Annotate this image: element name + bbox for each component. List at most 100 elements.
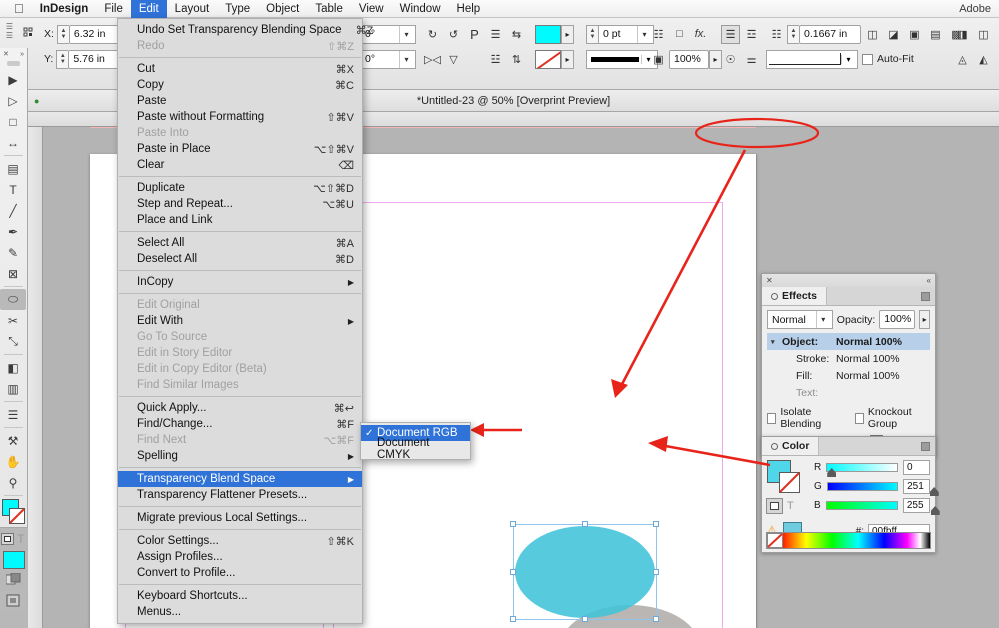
menu-window[interactable]: Window [392,0,449,18]
effects-row-text[interactable]: Text: [767,384,930,401]
knockout-group-checkbox[interactable] [855,413,864,424]
menu-item-transparency-flattener-presets[interactable]: Transparency Flattener Presets... [118,487,362,503]
menu-item-paste-in-place[interactable]: Paste in Place⌥⇧⌘V [118,141,362,157]
chevron-down-icon[interactable]: ▾ [399,26,413,43]
vertical-center-icon[interactable]: ☉ [721,50,740,69]
menu-item-find-change[interactable]: Find/Change...⌘F [118,416,362,432]
menu-item-migrate-previous-local-settings[interactable]: Migrate previous Local Settings... [118,510,362,526]
eyedropper-tool[interactable]: ⚒ [0,430,26,451]
rotate-cw-icon[interactable]: ↻ [423,25,442,44]
menu-item-spelling[interactable]: Spelling▶ [118,448,362,464]
effects-collapse-icon[interactable]: « [927,276,931,285]
content-collector-tool[interactable]: ▤ [0,158,26,179]
align-top-icon[interactable]: ☰ [486,25,505,44]
menu-item-assign-profiles[interactable]: Assign Profiles... [118,549,362,565]
menu-item-cut[interactable]: Cut⌘X [118,61,362,77]
handle-middle-right[interactable] [653,569,659,575]
fill-dropdown-arrow[interactable]: ▸ [561,25,574,44]
formatting-text-button[interactable]: T [787,500,794,512]
knockout-group-group[interactable]: Knockout Group [855,406,930,430]
zoom-tool[interactable]: ⚲ [0,472,26,493]
stroke-swatch[interactable] [535,50,561,69]
menu-item-convert-to-profile[interactable]: Convert to Profile... [118,565,362,581]
stroke-weight-stepper[interactable]: ▲▼ [586,25,598,44]
note-tool[interactable]: ☰ [0,404,26,425]
fill-frame-proportionally-icon[interactable]: ▤ [926,25,945,44]
color-slider-r[interactable]: R0 [814,460,930,475]
color-slider-b[interactable]: B255 [814,498,930,513]
toolbar-applied-color-swatch[interactable] [3,551,25,569]
menu-help[interactable]: Help [449,0,489,18]
menu-layout[interactable]: Layout [167,0,218,18]
reference-point-widget[interactable] [22,23,38,45]
handle-bottom-center[interactable] [582,616,588,622]
page-tool[interactable]: □ [0,111,26,132]
blend-mode-select[interactable]: Normal ▾ [767,310,833,329]
align-center-icon[interactable]: ☲ [742,25,761,44]
pencil-tool[interactable]: ✎ [0,242,26,263]
channel-track-g[interactable] [827,482,898,491]
menu-item-quick-apply[interactable]: Quick Apply...⌘↩ [118,400,362,416]
menu-item-paste-without-formatting[interactable]: Paste without Formatting⇧⌘V [118,109,362,125]
menu-edit[interactable]: Edit [131,0,167,18]
flip-vertical-icon[interactable]: ⇅ [507,50,526,69]
flip-v-icon[interactable]: ▽ [444,50,463,69]
align-top-edges-icon[interactable]: ◬ [953,50,972,69]
distribute-icon[interactable]: ◭ [974,50,993,69]
disclosure-caret-icon[interactable]: ▾ [771,338,782,346]
text-frame-p-icon[interactable]: P [465,25,484,44]
corner-radius-input[interactable]: 0.1667 in [799,25,861,44]
blend-mode-chevron-icon[interactable]: ▾ [816,311,830,328]
effects-row-object[interactable]: ▾Object:Normal 100% [767,333,930,350]
gradient-swatch-tool[interactable]: ◧ [0,357,26,378]
tab-color[interactable]: Color [762,437,819,455]
menu-item-deselect-all[interactable]: Deselect All⌘D [118,251,362,267]
rotate-ccw-icon[interactable]: ↺ [444,25,463,44]
fit-content-icon[interactable]: ☷ [649,25,668,44]
channel-knob-r[interactable] [827,468,836,477]
menu-item-paste[interactable]: Paste [118,93,362,109]
frame-icon[interactable]: □ [670,25,689,44]
fill-swatch[interactable] [535,25,561,44]
tab-modified-dot-icon[interactable]: ● [34,96,39,106]
corner-radius-stepper[interactable]: ▲▼ [787,25,799,44]
scissors-tool[interactable]: ✂ [0,310,26,331]
menu-item-copy[interactable]: Copy⌘C [118,77,362,93]
stroke-weight-input[interactable]: 0 pt ▾ [598,25,654,44]
none-swatch-button[interactable] [767,533,783,548]
formatting-container-button[interactable] [766,498,783,514]
align-bottom-icon[interactable]: ☳ [486,50,505,69]
direct-selection-tool[interactable]: ▷ [0,90,26,111]
normal-view-mode-button[interactable] [0,590,26,611]
handle-top-left[interactable] [510,521,516,527]
flip-h-icon[interactable]: ▷◁ [423,50,442,69]
formatting-affects-text-icon[interactable]: T [17,532,24,546]
channel-value-r[interactable]: 0 [903,460,930,475]
tools-collapse-icon[interactable]: » [20,51,24,58]
opacity-slider-arrow[interactable]: ▸ [919,310,930,329]
line-tool[interactable]: ╱ [0,200,26,221]
type-tool[interactable]: T [0,179,26,200]
fit-content-proportionally-icon[interactable]: ▣ [905,25,924,44]
menu-view[interactable]: View [351,0,392,18]
formatting-affects-container-icon[interactable] [1,533,14,545]
color-slider-g[interactable]: G251 [814,479,930,494]
stroke-dropdown-arrow[interactable]: ▸ [561,50,574,69]
tools-drag-grip[interactable] [7,61,20,66]
effects-close-icon[interactable]: ✕ [766,276,773,285]
frame-tool[interactable]: ⊠ [0,263,26,284]
scale-input[interactable]: 100% [669,50,709,69]
color-spectrum-ramp[interactable] [766,532,931,549]
channel-value-b[interactable]: 255 [903,498,930,513]
channel-value-g[interactable]: 251 [903,479,930,494]
apple-logo-icon[interactable]:  [14,2,24,15]
stroke-weight-group[interactable]: ▲▼ 0 pt ▾ [586,23,654,45]
flip-horizontal-icon[interactable]: ⇆ [507,25,526,44]
menu-item-edit-with[interactable]: Edit With▶ [118,313,362,329]
autofit-checkbox[interactable] [862,54,873,65]
chevron-down-icon-2[interactable]: ▾ [399,51,413,68]
fit-frame-to-content-icon[interactable]: ◫ [863,25,882,44]
effects-fx-icon[interactable]: fx. [691,25,710,44]
color-fill-stroke-proxy[interactable] [766,460,806,494]
ellipse-tool[interactable]: ⬭ [0,289,26,310]
